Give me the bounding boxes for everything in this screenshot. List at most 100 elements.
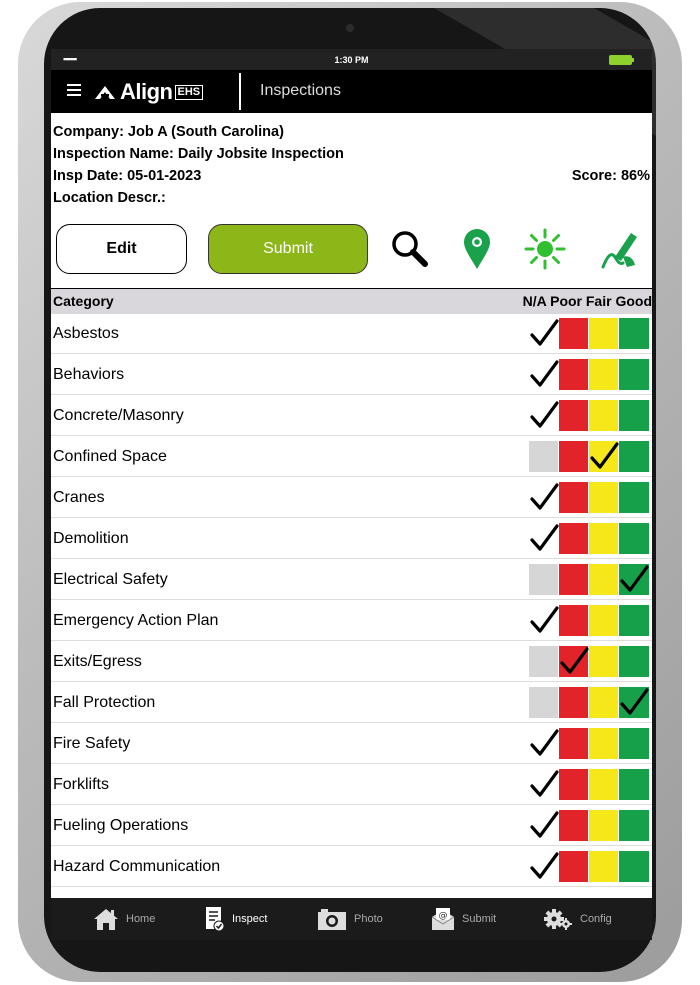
category-label: Cranes <box>53 489 105 506</box>
table-header: Category N/A Poor Fair Good <box>51 288 652 314</box>
table-row: Emergency Action Plan <box>51 600 652 641</box>
rating-good-cell[interactable] <box>619 728 649 759</box>
rating-poor-cell[interactable] <box>559 810 589 841</box>
rating-na-cell[interactable] <box>529 810 559 841</box>
rating-fair-cell[interactable] <box>589 769 619 800</box>
category-list: Asbestos Behaviors Concrete/Masonry Confine… <box>51 313 652 887</box>
rating-good-cell[interactable] <box>619 646 649 677</box>
inspection-info: Company: Job A (South Carolina) Inspecti… <box>53 121 650 209</box>
header-rating-columns: N/A Poor Fair Good <box>522 293 652 309</box>
rating-poor-cell[interactable] <box>559 605 589 636</box>
rating-na-cell[interactable] <box>529 769 559 800</box>
rating-na-cell[interactable] <box>529 400 559 431</box>
table-row: Exits/Egress <box>51 641 652 682</box>
rating-poor-cell[interactable] <box>559 769 589 800</box>
rating-fair-cell[interactable] <box>589 441 619 472</box>
category-label: Forklifts <box>53 776 109 793</box>
rating-na-cell[interactable] <box>529 728 559 759</box>
check-icon <box>620 688 649 715</box>
camera-icon <box>318 909 346 930</box>
rating-fair-cell[interactable] <box>589 318 619 349</box>
rating-poor-cell[interactable] <box>559 851 589 882</box>
rating-na-cell[interactable] <box>529 564 559 595</box>
rating-fair-cell[interactable] <box>589 482 619 513</box>
tab-submit[interactable]: @ Submit <box>431 906 496 932</box>
tab-photo[interactable]: Photo <box>317 906 383 932</box>
rating-na-cell[interactable] <box>529 687 559 718</box>
tab-home[interactable]: Home <box>93 906 155 932</box>
check-icon <box>530 401 559 428</box>
rating-fair-cell[interactable] <box>589 564 619 595</box>
rating-fair-cell[interactable] <box>589 728 619 759</box>
rating-good-cell[interactable] <box>619 851 649 882</box>
rating-na-cell[interactable] <box>529 441 559 472</box>
rating-poor-cell[interactable] <box>559 646 589 677</box>
rating-good-cell[interactable] <box>619 810 649 841</box>
table-row: Hazard Communication <box>51 846 652 887</box>
rating-good-cell[interactable] <box>619 318 649 349</box>
rating-na-cell[interactable] <box>529 851 559 882</box>
search-icon[interactable] <box>387 227 431 271</box>
rating-good-cell[interactable] <box>619 400 649 431</box>
map-pin-icon[interactable] <box>455 227 499 271</box>
brand-name: Align <box>120 79 173 104</box>
tab-photo-label: Photo <box>354 913 383 925</box>
rating-na-cell[interactable] <box>529 318 559 349</box>
rating-na-cell[interactable] <box>529 523 559 554</box>
rating-cells <box>529 400 649 431</box>
category-label: Electrical Safety <box>53 571 168 588</box>
rating-good-cell[interactable] <box>619 482 649 513</box>
rating-poor-cell[interactable] <box>559 564 589 595</box>
rating-good-cell[interactable] <box>619 769 649 800</box>
category-label: Asbestos <box>53 325 119 342</box>
submit-button[interactable]: Submit <box>208 224 368 274</box>
rating-poor-cell[interactable] <box>559 687 589 718</box>
email-submit-icon: @ <box>431 908 455 930</box>
rating-na-cell[interactable] <box>529 482 559 513</box>
rating-fair-cell[interactable] <box>589 646 619 677</box>
rating-poor-cell[interactable] <box>559 482 589 513</box>
rating-fair-cell[interactable] <box>589 810 619 841</box>
rating-poor-cell[interactable] <box>559 728 589 759</box>
battery-icon <box>609 55 634 65</box>
rating-fair-cell[interactable] <box>589 400 619 431</box>
category-label: Hazard Communication <box>53 858 221 875</box>
brand-badge: EHS <box>174 84 204 100</box>
table-row: Fueling Operations <box>51 805 652 846</box>
insp-date-text: Insp Date: 05-01-2023 <box>53 168 202 184</box>
rating-poor-cell[interactable] <box>559 523 589 554</box>
rating-poor-cell[interactable] <box>559 359 589 390</box>
rating-na-cell[interactable] <box>529 646 559 677</box>
category-label: Emergency Action Plan <box>53 612 219 629</box>
rating-good-cell[interactable] <box>619 359 649 390</box>
rating-na-cell[interactable] <box>529 359 559 390</box>
check-icon <box>590 442 619 469</box>
rating-good-cell[interactable] <box>619 564 649 595</box>
tab-inspect[interactable]: Inspect <box>205 906 267 932</box>
rating-good-cell[interactable] <box>619 687 649 718</box>
tab-config[interactable]: Config <box>543 906 612 932</box>
home-icon <box>94 909 118 930</box>
rating-fair-cell[interactable] <box>589 851 619 882</box>
rating-good-cell[interactable] <box>619 605 649 636</box>
rating-cells <box>529 769 649 800</box>
rating-na-cell[interactable] <box>529 605 559 636</box>
rating-good-cell[interactable] <box>619 441 649 472</box>
bottom-tab-bar: Home Inspect Photo @ Submit Config <box>51 898 652 940</box>
signature-icon[interactable] <box>597 227 641 271</box>
rating-good-cell[interactable] <box>619 523 649 554</box>
header-category: Category <box>53 293 114 309</box>
menu-icon[interactable] <box>67 84 81 96</box>
rating-poor-cell[interactable] <box>559 400 589 431</box>
rating-poor-cell[interactable] <box>559 441 589 472</box>
gears-icon <box>544 909 572 930</box>
table-row: Confined Space <box>51 436 652 477</box>
edit-button[interactable]: Edit <box>56 224 187 274</box>
rating-fair-cell[interactable] <box>589 687 619 718</box>
rating-fair-cell[interactable] <box>589 605 619 636</box>
rating-poor-cell[interactable] <box>559 318 589 349</box>
rating-fair-cell[interactable] <box>589 359 619 390</box>
rating-fair-cell[interactable] <box>589 523 619 554</box>
check-icon <box>530 729 559 756</box>
sun-icon[interactable] <box>523 227 567 271</box>
